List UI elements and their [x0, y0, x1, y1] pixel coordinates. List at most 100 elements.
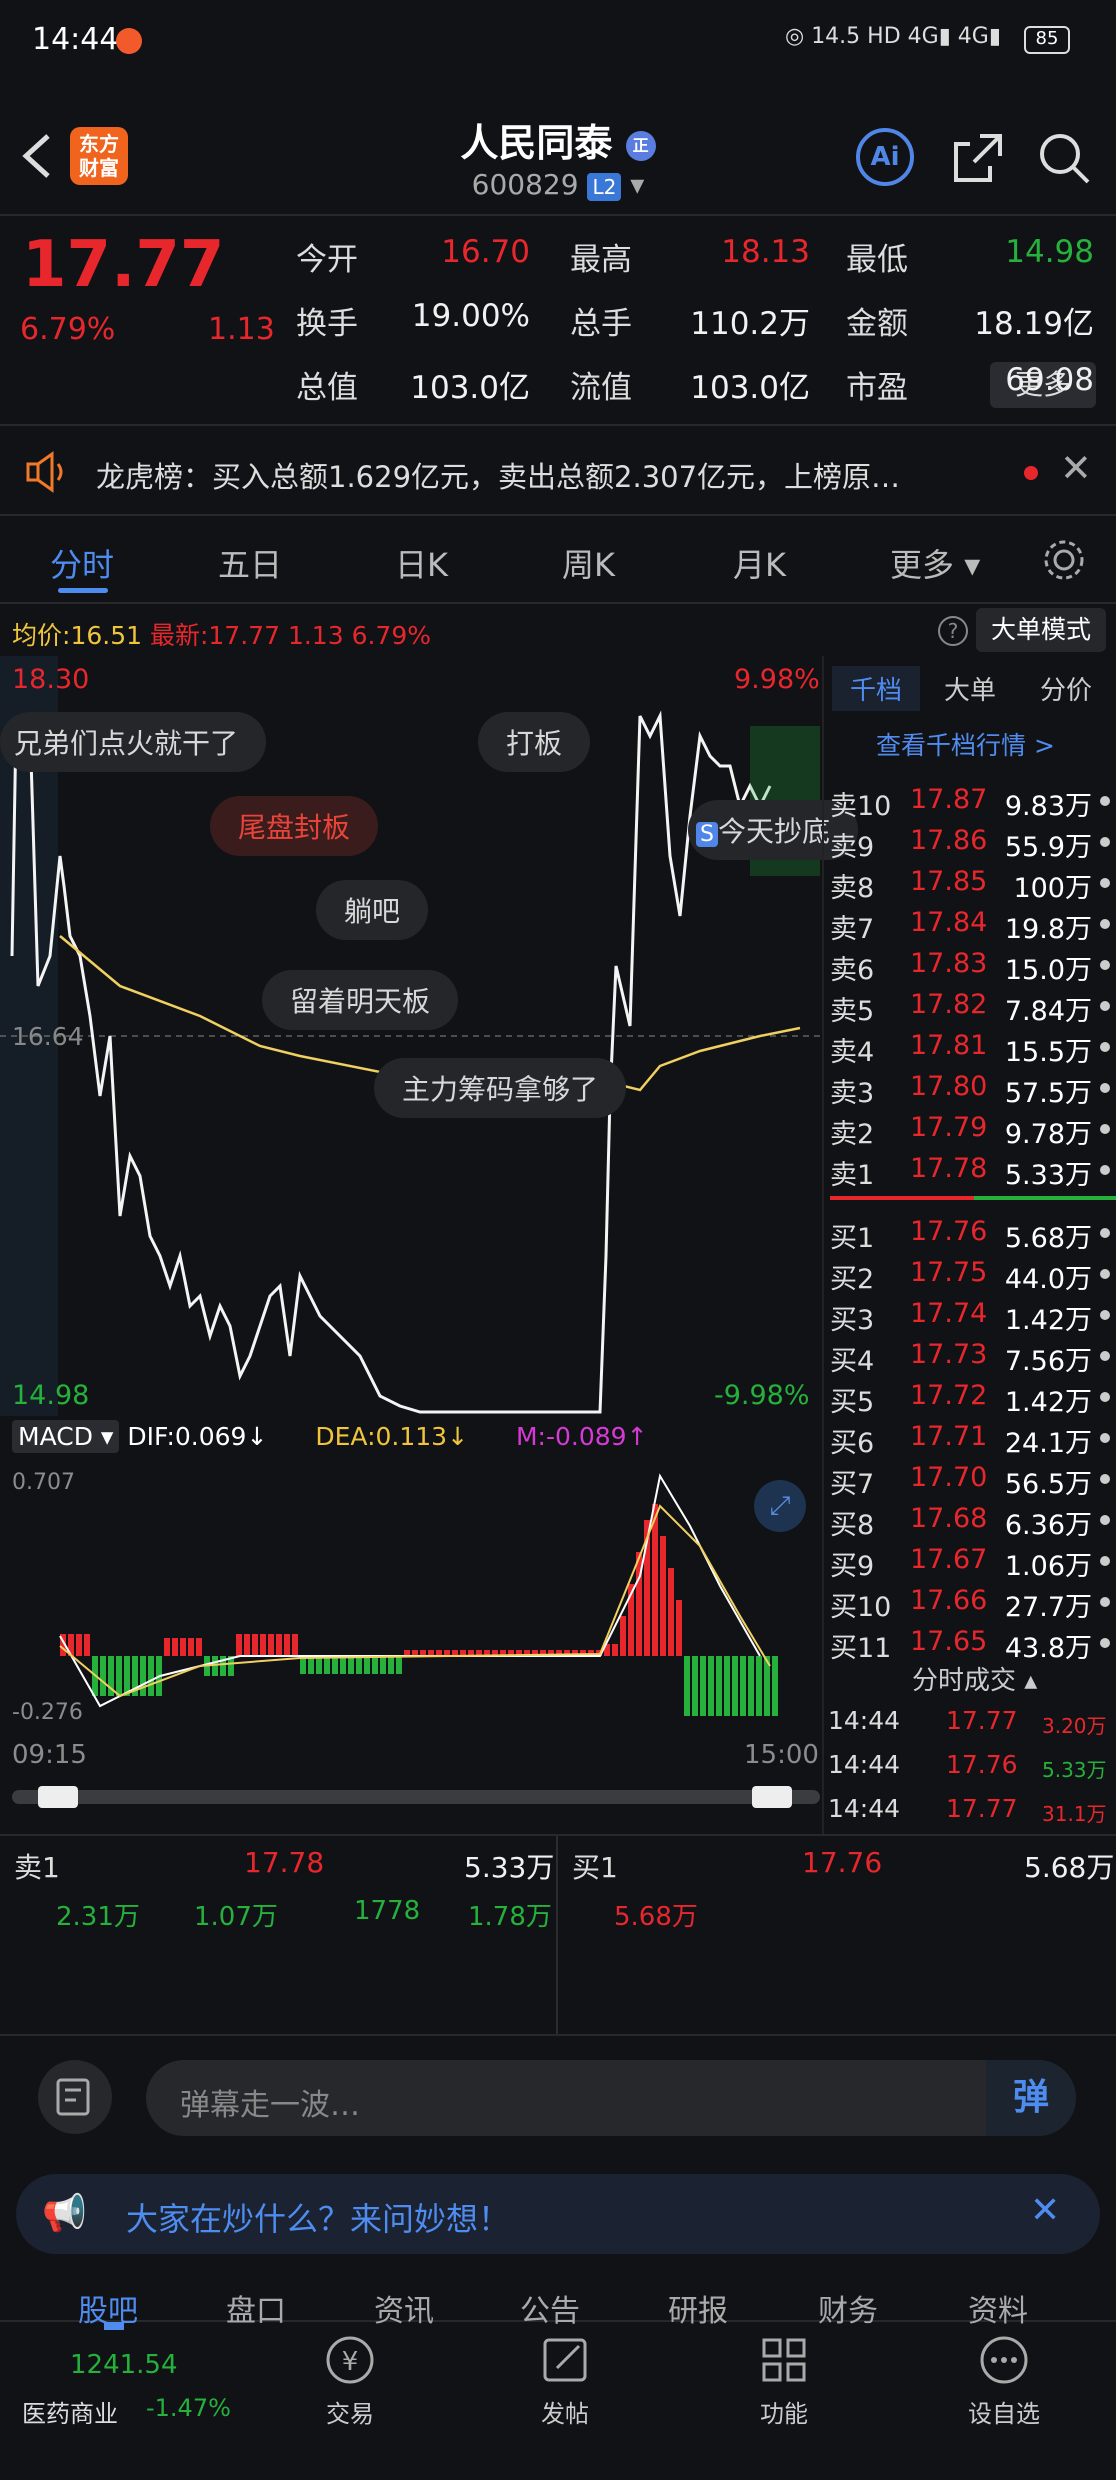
macd-header: MACD ▾ DIF:0.069↓ DEA:0.113↓ M:-0.089↑	[12, 1420, 648, 1453]
ask-dot	[1100, 1083, 1110, 1093]
tick-price: 17.77	[946, 1706, 1018, 1735]
ask-volume: 9.83万	[1004, 791, 1092, 822]
slider-handle-left[interactable]	[38, 1786, 78, 1808]
gear-icon[interactable]	[1040, 536, 1088, 584]
macd-bar	[236, 1634, 242, 1656]
danmaku-bubble[interactable]: 尾盘封板	[210, 796, 379, 856]
bid-level: 买4	[830, 1346, 875, 1377]
tab-month-k[interactable]: 月K	[733, 540, 786, 586]
danmaku-bubble[interactable]: 躺吧	[316, 880, 429, 940]
tab-day-k[interactable]: 日K	[395, 540, 448, 586]
bottom-tab[interactable]: 研报	[668, 2286, 728, 2330]
macd-bar	[212, 1656, 218, 1676]
ai-button[interactable]: Ai	[856, 128, 914, 186]
tick-price: 17.76	[946, 1750, 1018, 1779]
app-logo[interactable]: 东方财富	[70, 127, 128, 185]
tab-intraday[interactable]: 分时	[50, 540, 114, 586]
macd-bar	[164, 1638, 170, 1656]
ask-dot	[1100, 919, 1110, 929]
edit-icon	[543, 2338, 587, 2382]
close-icon[interactable]: ✕	[1030, 2190, 1060, 2231]
macd-bar	[284, 1634, 290, 1656]
bid-price: 17.75	[910, 1257, 988, 1288]
big-order-mode-button[interactable]: 大单模式	[976, 608, 1106, 652]
macd-bar	[356, 1656, 362, 1674]
close-icon[interactable]: ✕	[1060, 446, 1092, 490]
summary-bid-vol: 5.68万	[1024, 1851, 1115, 1884]
macd-selector[interactable]: MACD ▾	[12, 1420, 120, 1453]
danmaku-bubble[interactable]: 兄弟们点火就干了	[0, 712, 267, 772]
stock-code[interactable]: 600829 L2 ▾	[300, 168, 816, 201]
comment-placeholder: 弹幕走一波…	[180, 2088, 360, 2123]
bid-volume: 5.68万	[1004, 1223, 1092, 1254]
share-icon[interactable]	[950, 130, 1006, 190]
macd-bar	[620, 1616, 626, 1656]
chevron-left-icon	[22, 134, 50, 178]
notice-bar[interactable]: 龙虎榜：买入总额1.629亿元，卖出总额2.307亿元，上榜原… ✕	[0, 438, 1116, 508]
macd-bar	[268, 1634, 274, 1656]
grid-icon	[762, 2338, 806, 2382]
tab-week-k[interactable]: 周K	[562, 540, 615, 586]
macd-bar	[380, 1656, 386, 1674]
expand-icon[interactable]: ⤢	[754, 1480, 806, 1532]
tab-more[interactable]: 更多 ▾	[890, 540, 980, 586]
bottom-tab[interactable]: 盘口	[226, 2286, 286, 2330]
stock-name: 人民同泰	[460, 121, 613, 165]
ticks-title[interactable]: 分时成交 ▴	[912, 1660, 1037, 1697]
trade-button[interactable]: ¥ 交易	[300, 2330, 400, 2429]
bottom-tab[interactable]: 股吧	[78, 2286, 138, 2330]
bottom-tab[interactable]: 公告	[520, 2286, 580, 2330]
post-label: 发帖	[541, 2400, 589, 2428]
danmaku-bubble[interactable]: 留着明天板	[262, 970, 459, 1030]
macd-bar	[716, 1656, 722, 1716]
macd-bar	[172, 1638, 178, 1656]
quote-value: 18.13	[721, 234, 810, 270]
index-name[interactable]: 医药商业	[22, 2394, 118, 2429]
macd-bottom: -0.276	[12, 1700, 83, 1725]
ask-price: 17.87	[910, 784, 988, 815]
help-icon[interactable]: ?	[938, 616, 968, 646]
ob-tab-big[interactable]: 大单	[944, 670, 996, 707]
price-change: 1.13	[208, 312, 275, 347]
post-button[interactable]: 发帖	[515, 2330, 615, 2429]
bid-volume: 1.06万	[1004, 1551, 1092, 1582]
macd-bar	[116, 1656, 122, 1696]
summary-queue: 1.07万	[194, 1902, 278, 1932]
functions-button[interactable]: 功能	[734, 2330, 834, 2429]
quote-label: 总手	[570, 306, 632, 342]
bottom-tab[interactable]: 财务	[818, 2286, 878, 2330]
range-slider[interactable]	[12, 1790, 820, 1804]
ob-depth-link[interactable]: 查看千档行情 >	[876, 726, 1055, 762]
comment-list-button[interactable]	[38, 2060, 112, 2134]
quote-value: 103.0亿	[690, 370, 810, 406]
bid-level: 买8	[830, 1510, 875, 1541]
ask-banner[interactable]: 📢 大家在炒什么？来问妙想！ ✕	[16, 2174, 1100, 2254]
summary-queue: 2.31万	[56, 1902, 140, 1932]
back-button[interactable]	[18, 128, 58, 184]
s-badge: S	[696, 822, 718, 847]
quote-value: 69.08	[1005, 362, 1094, 398]
comment-input[interactable]: 弹幕走一波… 弹	[146, 2060, 1076, 2136]
danmaku-bubble[interactable]: 打板	[478, 712, 591, 772]
danmaku-send-button[interactable]: 弹	[986, 2060, 1076, 2136]
slider-handle-right[interactable]	[752, 1786, 792, 1808]
bid-level: 买6	[830, 1428, 875, 1459]
quote-value: 14.98	[1005, 234, 1094, 270]
bid-level: 买9	[830, 1551, 875, 1582]
tick-time: 14:44	[828, 1706, 901, 1735]
ask-volume: 57.5万	[1004, 1078, 1092, 1109]
bottom-tab[interactable]: 资料	[968, 2286, 1028, 2330]
search-icon[interactable]	[1036, 130, 1092, 190]
add-watchlist-button[interactable]: 设自选	[954, 2330, 1054, 2429]
divider	[0, 424, 1116, 426]
tick-time: 14:44	[828, 1750, 901, 1779]
danmaku-bubble[interactable]: 主力筹码拿够了	[374, 1058, 627, 1118]
macd-chart[interactable]	[0, 1466, 822, 1730]
bottom-tab[interactable]: 资讯	[374, 2286, 434, 2330]
ob-tab-depth[interactable]: 千档	[832, 666, 921, 711]
ob-tab-price[interactable]: 分价	[1040, 670, 1092, 707]
index-pct: -1.47%	[146, 2394, 231, 2422]
watchlist-label: 设自选	[968, 2400, 1040, 2428]
tab-five-day[interactable]: 五日	[218, 540, 282, 586]
quote-label: 金额	[846, 306, 908, 342]
